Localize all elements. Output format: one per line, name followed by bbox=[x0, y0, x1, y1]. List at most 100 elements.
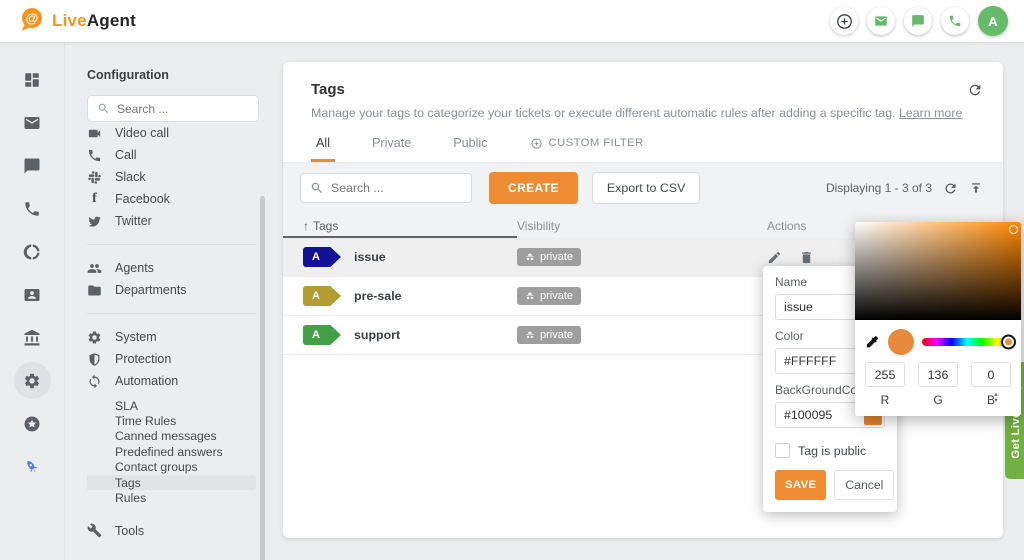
new-chat-button[interactable] bbox=[904, 7, 932, 35]
rail-dashboard-button[interactable] bbox=[14, 61, 51, 98]
cancel-button[interactable]: Cancel bbox=[834, 470, 894, 500]
visibility-badge: private bbox=[517, 287, 581, 305]
sidebar-item-system[interactable]: System bbox=[87, 326, 256, 348]
rail-settings-button[interactable] bbox=[14, 362, 51, 399]
red-value-input[interactable] bbox=[865, 362, 905, 387]
page-title: Tags bbox=[311, 81, 979, 98]
tag-is-public-option[interactable]: Tag is public bbox=[775, 443, 885, 458]
rail-contacts-button[interactable] bbox=[14, 276, 51, 313]
sidebar-item-automation[interactable]: Automation bbox=[87, 370, 256, 392]
table-search-input[interactable] bbox=[331, 181, 462, 195]
panel-refresh-button[interactable] bbox=[967, 82, 983, 98]
sidebar-item-call[interactable]: Call bbox=[87, 144, 256, 166]
search-icon bbox=[97, 102, 110, 115]
sidebar-subitem-predefined-answers[interactable]: Predefined answers bbox=[87, 444, 256, 459]
sidebar-subitem-contact-groups[interactable]: Contact groups bbox=[87, 460, 256, 475]
refresh-icon bbox=[943, 181, 958, 196]
tag-name: pre-sale bbox=[354, 289, 402, 303]
sidebar-item-video-call[interactable]: Video call bbox=[87, 126, 256, 144]
tab-public[interactable]: Public bbox=[448, 124, 492, 162]
user-avatar[interactable]: A bbox=[978, 6, 1008, 36]
green-value-input[interactable] bbox=[918, 362, 958, 387]
plus-circle-icon bbox=[835, 12, 854, 31]
tab-label: CUSTOM FILTER bbox=[549, 137, 644, 149]
delete-tag-button[interactable] bbox=[799, 250, 814, 265]
sidebar-divider bbox=[87, 313, 256, 314]
sidebar-item-slack[interactable]: Slack bbox=[87, 166, 256, 188]
video-camera-icon bbox=[87, 126, 102, 141]
create-button[interactable]: CREATE bbox=[489, 172, 578, 204]
sidebar-scrollbar-thumb[interactable] bbox=[260, 196, 265, 560]
edit-tag-button[interactable] bbox=[767, 250, 782, 265]
column-header-visibility[interactable]: Visibility bbox=[517, 219, 767, 233]
tag-color-badge: A bbox=[303, 247, 341, 267]
chat-bubble-icon bbox=[23, 157, 41, 175]
tag-name-cell: A pre-sale bbox=[303, 286, 517, 306]
learn-more-link[interactable]: Learn more bbox=[899, 106, 962, 120]
hue-slider[interactable] bbox=[922, 338, 1012, 346]
eyedropper-button[interactable] bbox=[864, 334, 880, 350]
sidebar-item-tools[interactable]: Tools bbox=[87, 520, 256, 542]
header-actions: A bbox=[830, 6, 1008, 36]
sidebar-subitem-sla[interactable]: SLA bbox=[87, 398, 256, 413]
dashboard-icon bbox=[23, 71, 41, 89]
new-ticket-button[interactable] bbox=[867, 7, 895, 35]
tag-color-badge: A bbox=[303, 286, 341, 306]
rail-billing-button[interactable] bbox=[14, 319, 51, 356]
automation-subsection: SLA Time Rules Canned messages Predefine… bbox=[87, 398, 256, 506]
rail-social-button[interactable] bbox=[14, 233, 51, 270]
edit-popup-actions: SAVE Cancel bbox=[775, 470, 885, 500]
sidebar-item-protection[interactable]: Protection bbox=[87, 348, 256, 370]
add-button[interactable] bbox=[830, 7, 858, 35]
tab-private[interactable]: Private bbox=[367, 124, 416, 162]
tab-all[interactable]: All bbox=[311, 124, 335, 162]
sidebar-subitem-time-rules[interactable]: Time Rules bbox=[87, 413, 256, 428]
rail-call-button[interactable] bbox=[14, 190, 51, 227]
new-call-button[interactable] bbox=[941, 7, 969, 35]
liveagent-logo[interactable]: @ LiveAgent bbox=[16, 5, 136, 38]
blue-value-input[interactable] bbox=[971, 362, 1011, 387]
rail-tickets-button[interactable] bbox=[14, 104, 51, 141]
sidebar-item-label: Tools bbox=[115, 524, 144, 538]
column-header-tags[interactable]: ↑Tags bbox=[303, 219, 517, 233]
sidebar-item-departments[interactable]: Departments bbox=[87, 279, 256, 301]
sidebar-item-twitter[interactable]: Twitter bbox=[87, 210, 256, 232]
table-toolbar: CREATE Export to CSV Displaying 1 - 3 of… bbox=[283, 163, 1003, 213]
sidebar-item-label: Protection bbox=[115, 352, 171, 366]
green-label: G bbox=[918, 393, 958, 407]
sidebar-divider bbox=[87, 244, 256, 245]
hue-slider-handle[interactable] bbox=[1001, 335, 1016, 350]
shield-icon bbox=[87, 352, 102, 367]
save-button[interactable]: SAVE bbox=[775, 470, 826, 500]
sidebar-subitem-rules[interactable]: Rules bbox=[87, 490, 256, 505]
sidebar-title: Configuration bbox=[87, 68, 270, 82]
rail-chat-button[interactable] bbox=[14, 147, 51, 184]
color-mode-stepper[interactable]: ▴▾ bbox=[976, 392, 1016, 403]
sidebar-subitem-tags[interactable]: Tags bbox=[87, 475, 256, 490]
table-refresh-button[interactable] bbox=[943, 181, 958, 196]
sidebar-subitem-canned-messages[interactable]: Canned messages bbox=[87, 429, 256, 444]
saturation-marker[interactable] bbox=[1009, 225, 1018, 234]
search-icon bbox=[310, 181, 324, 195]
scroll-to-top-button[interactable] bbox=[969, 181, 983, 195]
export-csv-button[interactable]: Export to CSV bbox=[592, 172, 701, 204]
sidebar-item-facebook[interactable]: fFacebook bbox=[87, 188, 256, 210]
sidebar-search-input[interactable] bbox=[117, 102, 249, 116]
tab-custom-filter[interactable]: CUSTOM FILTER bbox=[525, 124, 649, 162]
tab-label: All bbox=[316, 136, 330, 150]
visibility-label: private bbox=[540, 251, 573, 263]
arrow-to-top-icon bbox=[969, 181, 983, 195]
tag-name-cell: A support bbox=[303, 325, 517, 345]
sidebar-subitem-label: Rules bbox=[115, 491, 146, 505]
incognito-icon bbox=[525, 330, 535, 340]
sidebar-item-agents[interactable]: Agents bbox=[87, 257, 256, 279]
rail-getting-started-button[interactable] bbox=[14, 448, 51, 485]
sort-ascending-icon: ↑ bbox=[303, 219, 309, 233]
saturation-area[interactable] bbox=[855, 222, 1021, 320]
sidebar-item-label: Automation bbox=[115, 374, 178, 388]
tag-is-public-checkbox[interactable] bbox=[775, 443, 790, 458]
sidebar-item-label: Facebook bbox=[115, 192, 170, 206]
sorted-column-indicator bbox=[283, 236, 517, 238]
tags-panel-header: Tags Manage your tags to categorize your… bbox=[283, 62, 1003, 124]
rail-addons-button[interactable] bbox=[14, 405, 51, 442]
